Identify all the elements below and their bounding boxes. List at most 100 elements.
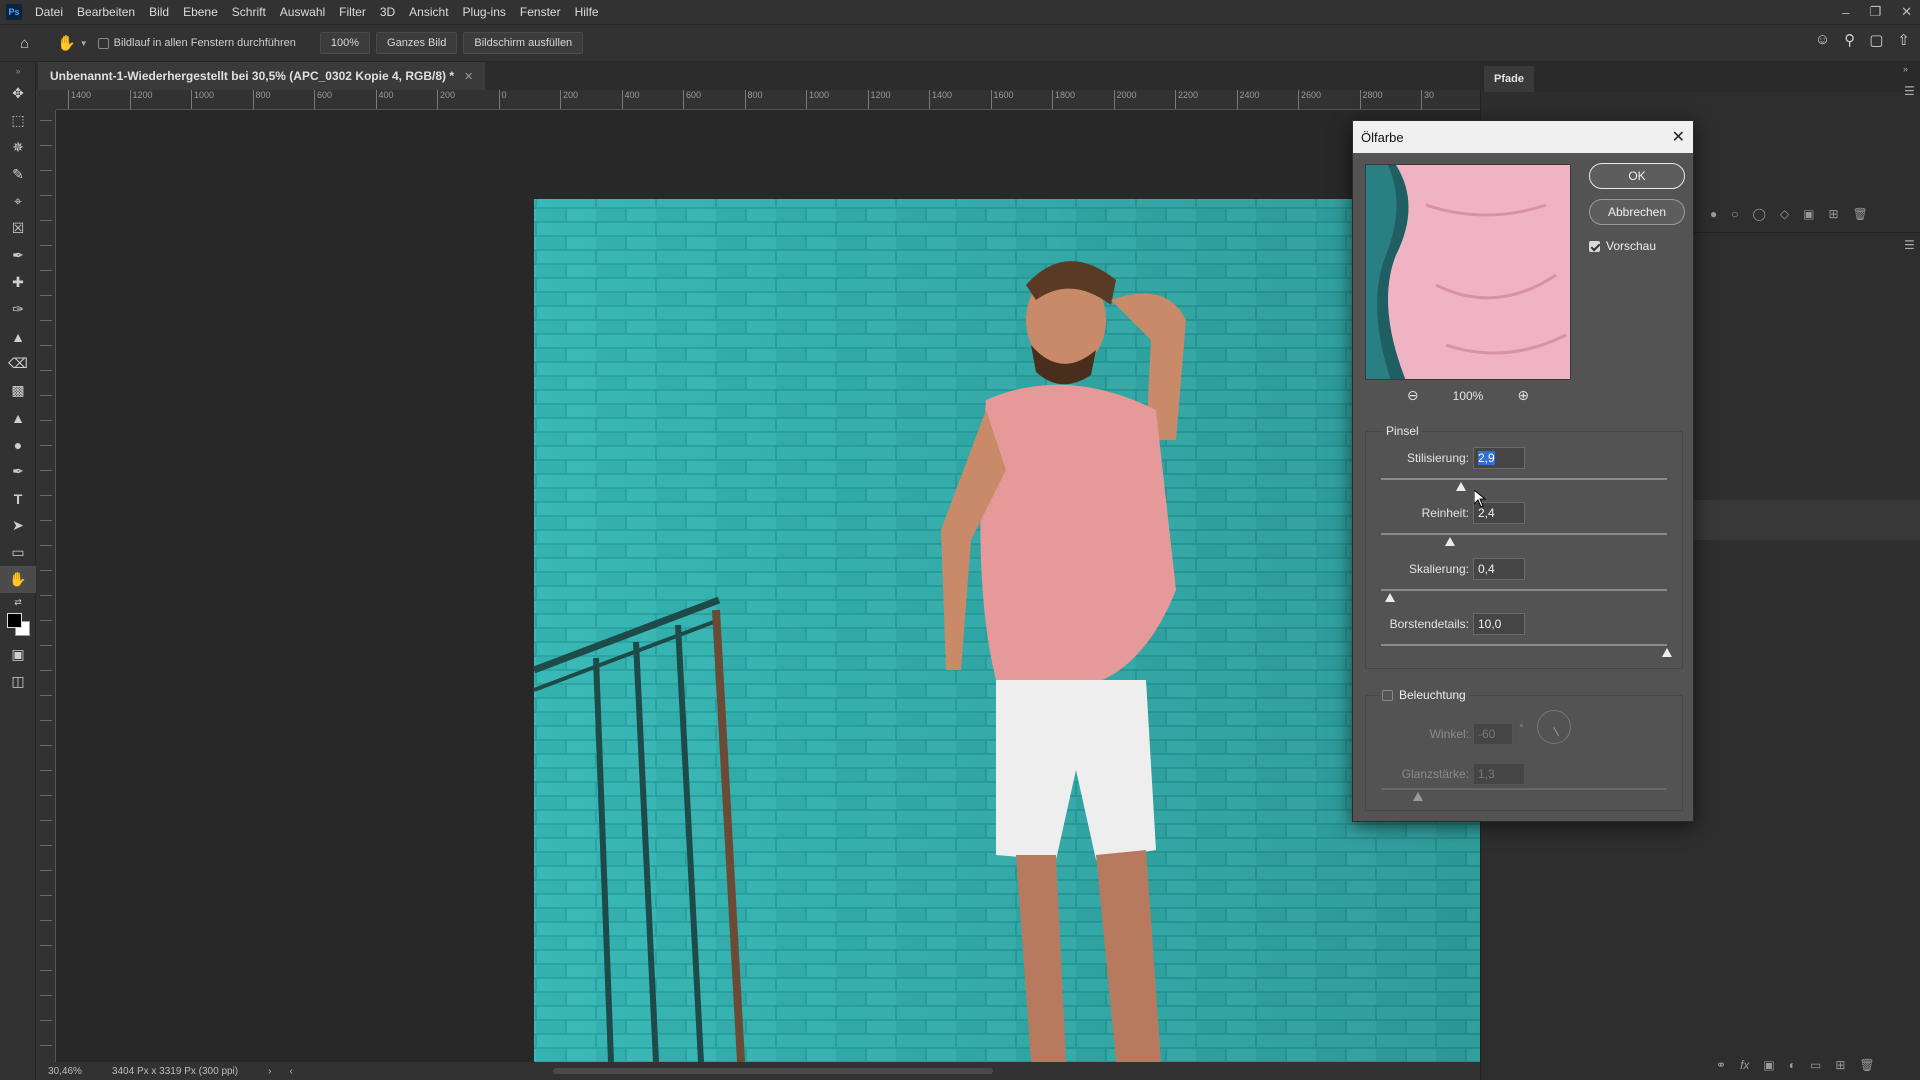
fx-icon[interactable]: fx (1740, 1058, 1749, 1072)
path-selection-tool-icon[interactable]: ➤ (0, 512, 36, 539)
lighting-checkbox[interactable]: Beleuchtung (1379, 688, 1469, 702)
type-tool-icon[interactable]: T (0, 485, 36, 512)
cleanliness-slider-track[interactable] (1381, 533, 1667, 535)
screen-mode-icon[interactable]: ◫ (0, 668, 36, 695)
link-icon[interactable]: ⚭ (1716, 1058, 1726, 1072)
eraser-tool-icon[interactable]: ⌫ (0, 350, 36, 377)
menu-bearbeiten[interactable]: Bearbeiten (70, 0, 142, 24)
restore-icon[interactable]: ❐ (1869, 4, 1881, 20)
bristle-detail-input[interactable]: 10,0 (1473, 613, 1525, 635)
zoom-100-button[interactable]: 100% (319, 32, 371, 54)
share-person-icon[interactable]: ☺ (1815, 31, 1830, 49)
crop-tool-icon[interactable]: ⌖ (0, 188, 36, 215)
swap-colors-icon[interactable]: ⇄ (0, 593, 36, 611)
fill-screen-button[interactable]: Bildschirm ausfüllen (463, 32, 584, 54)
chevron-down-icon[interactable]: ▼ (80, 39, 88, 48)
marquee-tool-icon[interactable]: ⬚ (0, 107, 36, 134)
scroll-left-icon[interactable]: ‹ (289, 1066, 292, 1077)
stylization-slider-track[interactable] (1381, 478, 1667, 480)
panel-menu-icon[interactable]: ☰ (1904, 84, 1915, 98)
bristle-detail-slider-track[interactable] (1381, 644, 1667, 646)
document-image[interactable] (56, 110, 1480, 1062)
folder-icon[interactable]: ▭ (1810, 1058, 1821, 1072)
menu-3d[interactable]: 3D (373, 0, 402, 24)
quick-selection-tool-icon[interactable]: ✎ (0, 161, 36, 188)
panel-menu-icon[interactable]: ☰ (1904, 238, 1915, 252)
quick-mask-icon[interactable]: ▣ (0, 641, 36, 668)
foreground-color-swatch[interactable] (7, 613, 22, 628)
close-icon[interactable]: ✕ (1901, 4, 1912, 20)
menu-datei[interactable]: Datei (28, 0, 70, 24)
rectangle-tool-icon[interactable]: ▭ (0, 539, 36, 566)
menu-fenster[interactable]: Fenster (513, 0, 568, 24)
chevron-right-icon[interactable]: › (268, 1066, 271, 1077)
pen-tool-icon[interactable]: ✒ (0, 458, 36, 485)
preview-checkbox-box[interactable] (1589, 240, 1600, 252)
workspace-icon[interactable]: ▢ (1869, 31, 1883, 49)
zoom-out-icon[interactable]: ⊖ (1407, 387, 1419, 404)
menu-bild[interactable]: Bild (142, 0, 176, 24)
horizontal-scrollbar[interactable] (552, 1068, 993, 1074)
document-tab[interactable]: Unbenannt-1-Wiederhergestellt bei 30,5% … (38, 62, 486, 90)
shine-input[interactable]: 1,3 (1473, 763, 1525, 785)
new-layer-icon[interactable]: ⊞ (1835, 1058, 1845, 1072)
menu-ansicht[interactable]: Ansicht (402, 0, 455, 24)
angle-input[interactable]: -60 (1473, 723, 1513, 745)
canvas-area[interactable] (56, 110, 1480, 1062)
lasso-tool-icon[interactable]: ✵ (0, 134, 36, 161)
minimize-icon[interactable]: – (1842, 5, 1849, 20)
load-selection-icon[interactable]: ◯ (1753, 207, 1766, 221)
cleanliness-slider-thumb[interactable] (1444, 537, 1455, 546)
tab-paths[interactable]: Pfade (1484, 66, 1534, 92)
stamp-tool-icon[interactable]: ▲ (0, 323, 36, 350)
menu-hilfe[interactable]: Hilfe (568, 0, 606, 24)
scale-slider-track[interactable] (1381, 589, 1667, 591)
close-tab-icon[interactable]: ✕ (464, 70, 473, 83)
zoom-in-icon[interactable]: ⊕ (1517, 387, 1529, 404)
home-icon[interactable]: ⌂ (20, 35, 29, 52)
expand-panel-icon[interactable]: » (0, 62, 36, 80)
brush-tool-icon[interactable]: ✑ (0, 296, 36, 323)
gradient-tool-icon[interactable]: ▩ (0, 377, 36, 404)
filter-preview[interactable] (1365, 164, 1571, 380)
cancel-button[interactable]: Abbrechen (1589, 199, 1685, 225)
ok-button[interactable]: OK (1589, 163, 1685, 189)
menu-plugins[interactable]: Plug-ins (456, 0, 513, 24)
stylization-slider-thumb[interactable] (1456, 482, 1467, 491)
angle-dial[interactable] (1537, 710, 1571, 744)
dodge-tool-icon[interactable]: ● (0, 431, 36, 458)
preview-checkbox[interactable]: Vorschau (1589, 239, 1656, 253)
stylization-input[interactable]: 2,9 (1473, 447, 1525, 469)
bristle-detail-slider-thumb[interactable] (1662, 648, 1672, 657)
new-path-icon[interactable]: ⊞ (1829, 207, 1839, 221)
share-icon[interactable]: ⇧ (1897, 31, 1910, 49)
scale-slider-thumb[interactable] (1384, 593, 1395, 602)
checkbox-box[interactable] (97, 37, 109, 49)
shine-slider-thumb[interactable] (1413, 792, 1424, 801)
zoom-status[interactable]: 30,46% (48, 1066, 82, 1077)
healing-brush-tool-icon[interactable]: ✚ (0, 269, 36, 296)
color-swatches[interactable] (0, 611, 36, 641)
collapse-panels-icon[interactable]: » (1903, 64, 1908, 74)
adjustment-icon[interactable]: ◐ (1789, 1058, 1796, 1072)
trash-icon[interactable]: 🗑 (1859, 1058, 1874, 1072)
menu-auswahl[interactable]: Auswahl (273, 0, 332, 24)
make-path-icon[interactable]: ◇ (1780, 207, 1789, 221)
stroke-path-icon[interactable]: ○ (1731, 207, 1738, 221)
menu-filter[interactable]: Filter (332, 0, 373, 24)
search-icon[interactable]: ⚲ (1844, 31, 1855, 49)
dialog-title-bar[interactable]: Ölfarbe (1353, 121, 1693, 153)
hand-tool-icon[interactable]: ✋ (57, 34, 76, 52)
lighting-checkbox-box[interactable] (1382, 689, 1393, 701)
scroll-all-windows-checkbox[interactable]: Bildlauf in allen Fenstern durchführen (97, 37, 296, 49)
menu-ebene[interactable]: Ebene (176, 0, 225, 24)
close-icon[interactable]: ✕ (1672, 127, 1685, 147)
shine-slider-track[interactable] (1381, 788, 1667, 790)
fill-path-icon[interactable]: ● (1710, 207, 1717, 221)
hand-tool-icon[interactable]: ✋ (0, 566, 36, 593)
move-tool-icon[interactable]: ✥ (0, 80, 36, 107)
frame-tool-icon[interactable]: ☒ (0, 215, 36, 242)
blur-tool-icon[interactable]: ▲ (0, 404, 36, 431)
add-mask-icon[interactable]: ▣ (1803, 207, 1814, 221)
delete-path-icon[interactable]: 🗑 (1853, 207, 1868, 221)
